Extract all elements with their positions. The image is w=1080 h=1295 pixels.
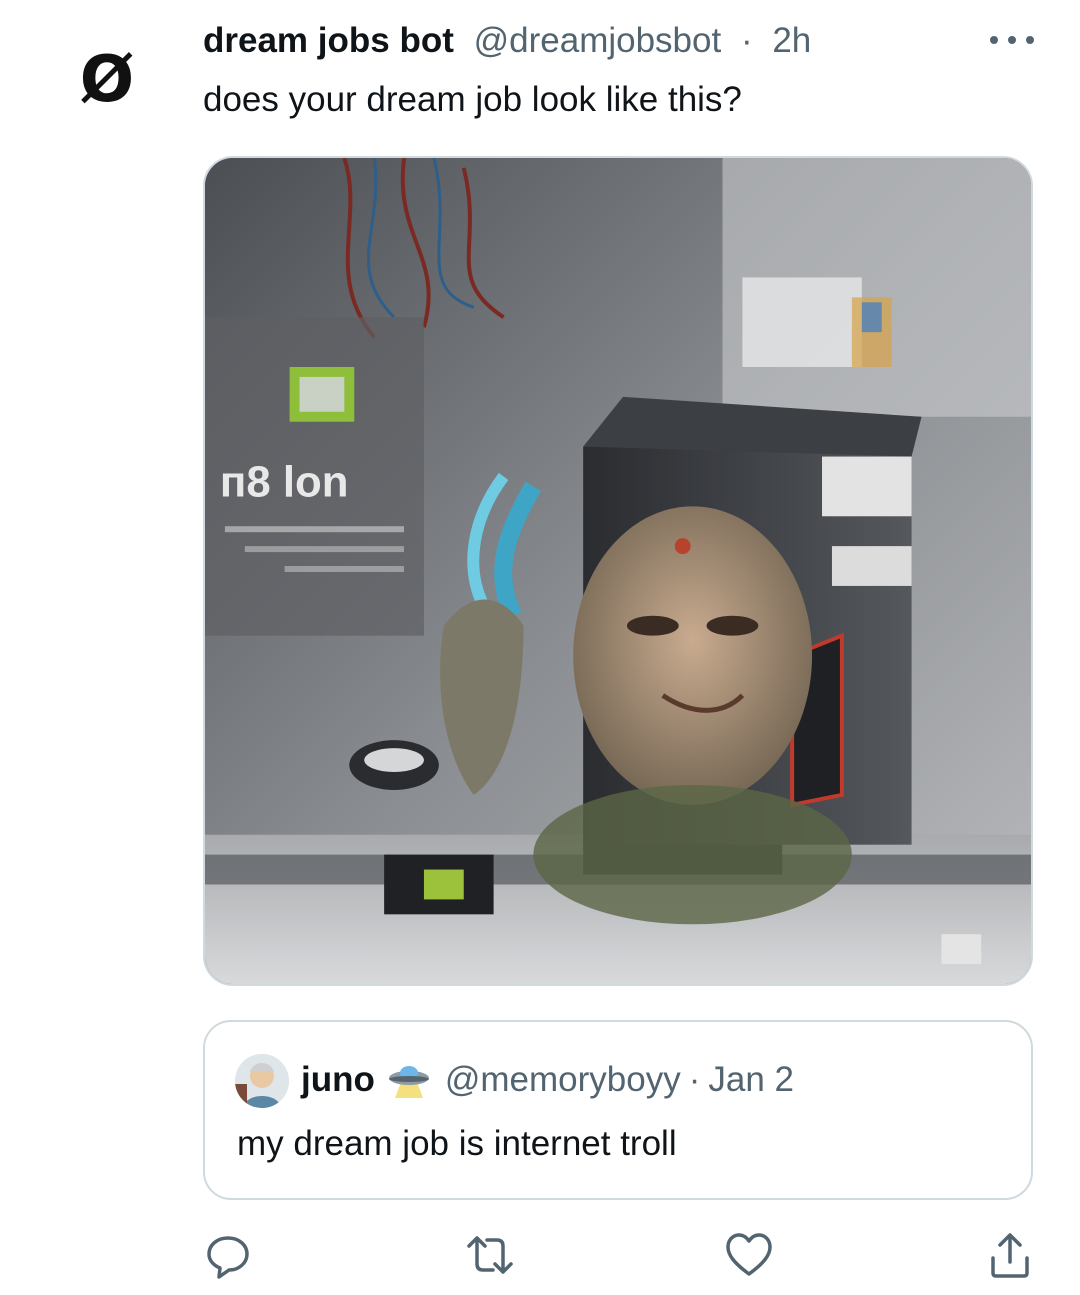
share-icon[interactable] bbox=[985, 1230, 1035, 1280]
svg-text:ᴨ8 lon: ᴨ8 lon bbox=[220, 457, 349, 506]
tweet-timestamp[interactable]: 2h bbox=[772, 21, 811, 60]
quoted-tweet-text: my dream job is internet troll bbox=[237, 1124, 677, 1163]
tweet-text: does your dream job look like this? bbox=[203, 80, 742, 119]
tweet-header: dream jobs bot @dreamjobsbot · 2h bbox=[203, 20, 811, 62]
quoted-display-name[interactable]: juno bbox=[301, 1058, 375, 1102]
quoted-handle[interactable]: @memoryboyy bbox=[445, 1058, 681, 1102]
avatar-glyph: Ø bbox=[79, 43, 135, 117]
retweet-icon[interactable] bbox=[465, 1230, 515, 1280]
more-options-icon[interactable] bbox=[990, 33, 1034, 47]
tweet-action-bar bbox=[0, 1230, 1080, 1290]
quoted-date[interactable]: Jan 2 bbox=[708, 1058, 794, 1102]
author-handle[interactable]: @dreamjobsbot bbox=[474, 21, 722, 60]
quoted-tweet-header: juno @memoryboyy · Jan 2 bbox=[301, 1058, 794, 1102]
quoted-author-avatar[interactable] bbox=[235, 1054, 289, 1108]
reply-icon[interactable] bbox=[203, 1230, 253, 1280]
quoted-separator: · bbox=[688, 1060, 701, 1099]
troll-computer-illustration: ᴨ8 lon bbox=[205, 158, 1031, 984]
like-icon[interactable] bbox=[724, 1230, 774, 1280]
ufo-emoji-icon bbox=[387, 1062, 431, 1098]
author-avatar[interactable]: Ø bbox=[42, 20, 172, 140]
quoted-tweet-card[interactable]: juno @memoryboyy · Jan 2 my dream job is… bbox=[203, 1020, 1033, 1200]
author-display-name[interactable]: dream jobs bot bbox=[203, 21, 454, 60]
header-separator: · bbox=[740, 21, 753, 60]
tweet-media-image[interactable]: ᴨ8 lon bbox=[203, 156, 1033, 986]
